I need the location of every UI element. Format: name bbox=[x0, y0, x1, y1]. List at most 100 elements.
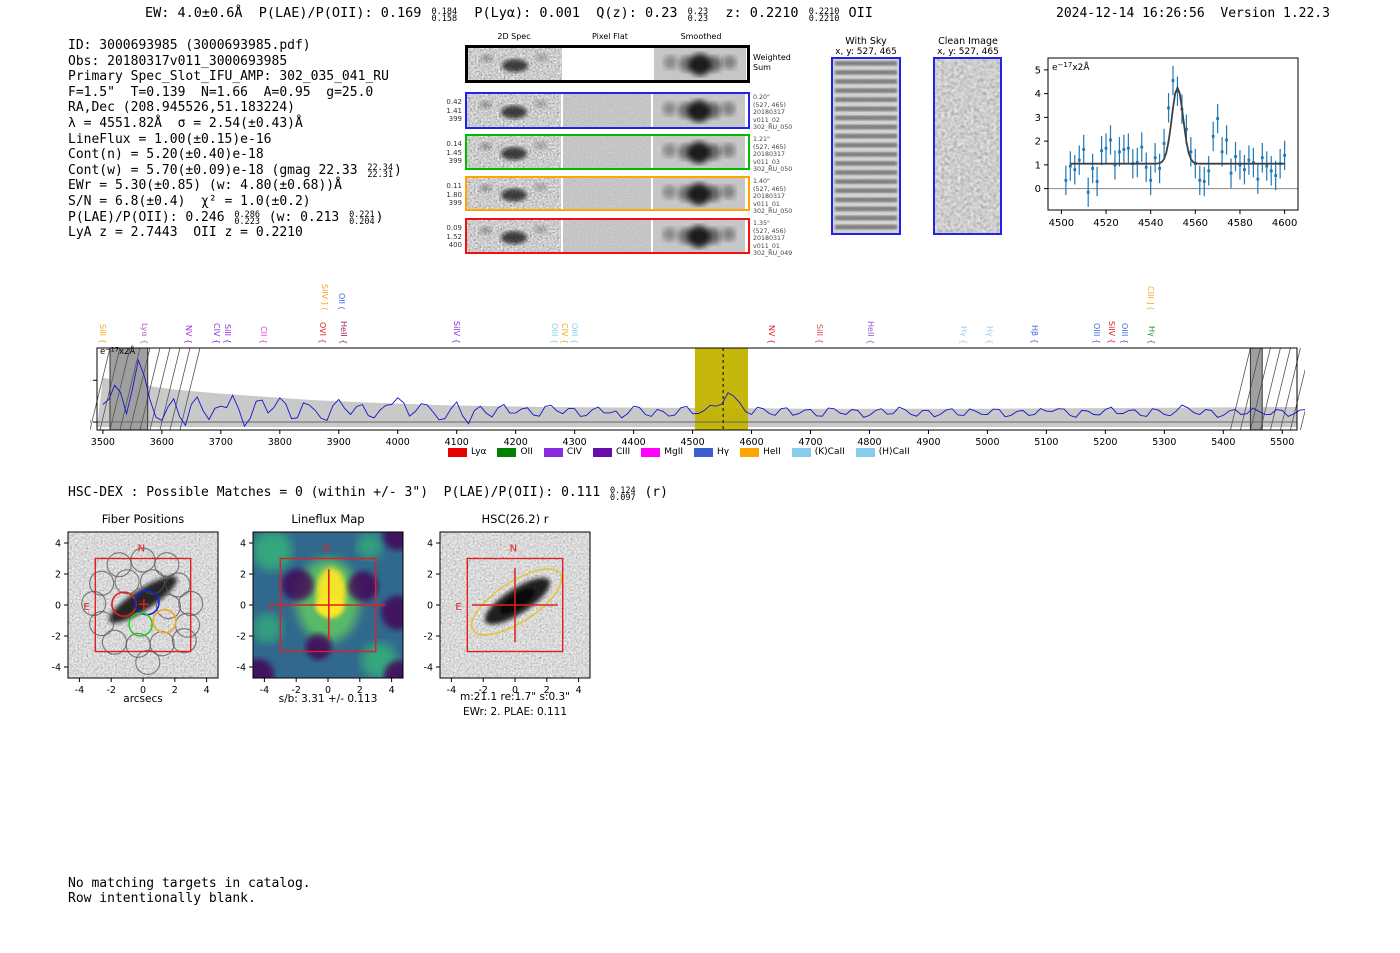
elixer-report-page: EW: 4.0±0.6Å P(LAE)/P(OII): 0.169 0.184 0… bbox=[0, 0, 1400, 953]
spec2d-image bbox=[467, 220, 561, 252]
legend-item-2: CIV bbox=[543, 447, 582, 457]
legend-item-1: OII bbox=[497, 447, 533, 457]
cutout-row-1 bbox=[465, 92, 750, 129]
lineflux-panel-title: Lineflux Map bbox=[291, 512, 365, 526]
svg-text:5: 5 bbox=[1035, 65, 1041, 76]
cutout-left-labels-3: 0.11 1.80 399 bbox=[446, 182, 462, 207]
cutout-right-labels-1: 0.20" (527, 465) 20180317 v011_02 302_RU_050 bbox=[753, 94, 793, 132]
svg-text:4: 4 bbox=[1035, 89, 1041, 100]
svg-text:-2: -2 bbox=[237, 632, 246, 643]
hsc-dex-summary: HSC-DEX : Possible Matches = 0 (within +… bbox=[68, 485, 668, 503]
report-version: Version 1.22.3 bbox=[1220, 6, 1330, 21]
detection-info-block: ID: 3000693985 (3000693985.pdf) Obs: 2018… bbox=[68, 38, 402, 241]
stacked-uncertainty: 0.2210 0.2210 bbox=[808, 6, 840, 24]
svg-text:3500: 3500 bbox=[91, 437, 115, 448]
footer-line-2: Row intentionally blank. bbox=[68, 891, 256, 906]
withsky-title: With Sky bbox=[845, 36, 887, 47]
pixel-flat-image bbox=[563, 220, 651, 252]
smoothed-image bbox=[653, 94, 745, 127]
smoothed-image bbox=[653, 136, 745, 168]
legend-label: MgII bbox=[664, 447, 684, 457]
cutout-right-labels-2: 1.21" (527, 465) 20180317 v011_03 302_RU_050 bbox=[753, 136, 793, 174]
cutout-right-labels-4: 1.35" (527, 456) 20180317 v011_01 302_RU_049 bbox=[753, 220, 793, 258]
legend-item-6: HeII bbox=[740, 447, 781, 457]
smoothed-image bbox=[654, 48, 746, 80]
lineflux-map-panel: N E -4 -2 0 2 4 4 2 0 -2 -4 bbox=[223, 526, 423, 702]
legend-label: (K)CaII bbox=[814, 447, 845, 457]
svg-text:0: 0 bbox=[90, 417, 91, 428]
legend-item-5: Hγ bbox=[694, 447, 729, 457]
lineflux-panel-xlabel: s/b: 3.31 +/- 0.113 bbox=[278, 693, 378, 705]
svg-text:N: N bbox=[138, 544, 145, 555]
spec2d-image bbox=[467, 136, 561, 168]
spec2d-image bbox=[467, 94, 561, 127]
cutout-left-labels-2: 0.14 1.45 399 bbox=[446, 140, 462, 165]
svg-text:5100: 5100 bbox=[1034, 437, 1058, 448]
svg-text:4520: 4520 bbox=[1093, 218, 1118, 229]
stacked-uncertainty: 0.286 0.223 bbox=[234, 210, 260, 228]
legend-swatch bbox=[791, 447, 811, 457]
legend-item-0: Lyα bbox=[448, 447, 486, 457]
legend-label: Hγ bbox=[717, 447, 730, 457]
cutout-left-labels-4: 0.09 1.52 400 bbox=[446, 224, 462, 249]
clean-noise-image bbox=[935, 59, 1000, 233]
svg-text:0: 0 bbox=[1035, 184, 1041, 195]
info-line-0: ID: 3000693985 (3000693985.pdf) bbox=[68, 38, 311, 53]
info-line-1: Obs: 20180317v011_3000693985 bbox=[68, 53, 288, 69]
spec2d-image bbox=[467, 178, 561, 209]
hsc-panel-xlabel1: m:21.1 re:1.7" s:0.3" bbox=[460, 691, 570, 703]
legend-item-8: (H)CaII bbox=[855, 447, 910, 457]
header-datetime-version: 2024-12-14 16:26:56 Version 1.22.3 bbox=[1056, 6, 1330, 21]
full-spectrum-plot: 3500 3600 3700 3800 3900 4000 4100 4200 4300 4400… bbox=[85, 340, 1341, 464]
svg-text:2: 2 bbox=[427, 570, 433, 581]
info-line-7: Cont(n) = 5.20(±0.40)e-18 bbox=[68, 147, 264, 163]
clean-title: Clean Image bbox=[938, 36, 998, 47]
legend-swatch bbox=[641, 447, 661, 457]
report-datetime: 2024-12-14 16:26:56 bbox=[1056, 6, 1205, 21]
info-line-6: LineFlux = 1.00(±0.15)e-16 bbox=[68, 131, 272, 147]
svg-text:5: 5 bbox=[90, 375, 91, 386]
hsc-image-panel: N E -4 -2 0 2 4 4 2 0 -2 -4 bbox=[410, 526, 610, 702]
svg-text:3700: 3700 bbox=[209, 437, 233, 448]
svg-text:N: N bbox=[323, 544, 330, 555]
svg-text:4: 4 bbox=[240, 539, 246, 550]
svg-text:2: 2 bbox=[240, 570, 246, 581]
cutout-left-labels-1: 0.42 1.41 399 bbox=[446, 98, 462, 123]
svg-text:-4: -4 bbox=[237, 663, 246, 674]
smoothed-image bbox=[653, 178, 745, 209]
full-spectrum-chart: 3500 3600 3700 3800 3900 4000 4100 4200 4300 4400… bbox=[85, 345, 1341, 448]
svg-text:E: E bbox=[268, 602, 274, 613]
cutout-row-2 bbox=[465, 134, 750, 170]
legend-swatch bbox=[694, 447, 714, 457]
legend-label: (H)CaII bbox=[878, 447, 910, 457]
svg-text:2: 2 bbox=[55, 570, 61, 581]
line-label-OII: OII ( bbox=[337, 293, 346, 310]
svg-text:3900: 3900 bbox=[327, 437, 351, 448]
legend-swatch bbox=[497, 447, 517, 457]
info-line-12: LyA z = 2.7443 OII z = 0.2210 bbox=[68, 225, 303, 241]
withsky-image bbox=[831, 57, 901, 235]
fiber-panel-title: Fiber Positions bbox=[101, 512, 185, 526]
svg-text:5000: 5000 bbox=[975, 437, 999, 448]
hsc-panel-title: HSC(26.2) r bbox=[481, 512, 549, 526]
svg-text:4580: 4580 bbox=[1227, 218, 1252, 229]
hsc-panel-xlabel2: EWr: 2. PLAE: 0.111 bbox=[462, 706, 568, 718]
svg-text:-4: -4 bbox=[424, 663, 433, 674]
line-label-CIII: CIII ] ( bbox=[1146, 286, 1155, 310]
svg-text:5400: 5400 bbox=[1211, 437, 1235, 448]
col-header-pixelflat: Pixel Flat bbox=[592, 32, 628, 41]
svg-text:-4: -4 bbox=[52, 663, 61, 674]
pixel-flat-image bbox=[564, 48, 652, 80]
withsky-fiber-stack bbox=[833, 59, 899, 233]
fiber-positions-chart: NE-4 -2 0 2 4420-2-4 bbox=[52, 531, 219, 696]
svg-text:4540: 4540 bbox=[1138, 218, 1163, 229]
svg-text:5200: 5200 bbox=[1093, 437, 1117, 448]
lineflux-map-chart: NE-4 -2 0 2 4420-2-4 bbox=[237, 531, 404, 696]
svg-text:4: 4 bbox=[427, 539, 433, 550]
smoothed-image bbox=[653, 220, 745, 252]
legend-label: OII bbox=[520, 447, 533, 457]
col-header-smoothed: Smoothed bbox=[680, 32, 722, 41]
header-summary: EW: 4.0±0.6Å P(LAE)/P(OII): 0.169 0.184 0… bbox=[145, 5, 873, 24]
fiber-panel-xlabel: arcsecs bbox=[123, 693, 163, 705]
spectral-line-labels: SiII {Lyα {NV {CIV {SiII {CII {OVI {SiIV… bbox=[90, 266, 1305, 346]
